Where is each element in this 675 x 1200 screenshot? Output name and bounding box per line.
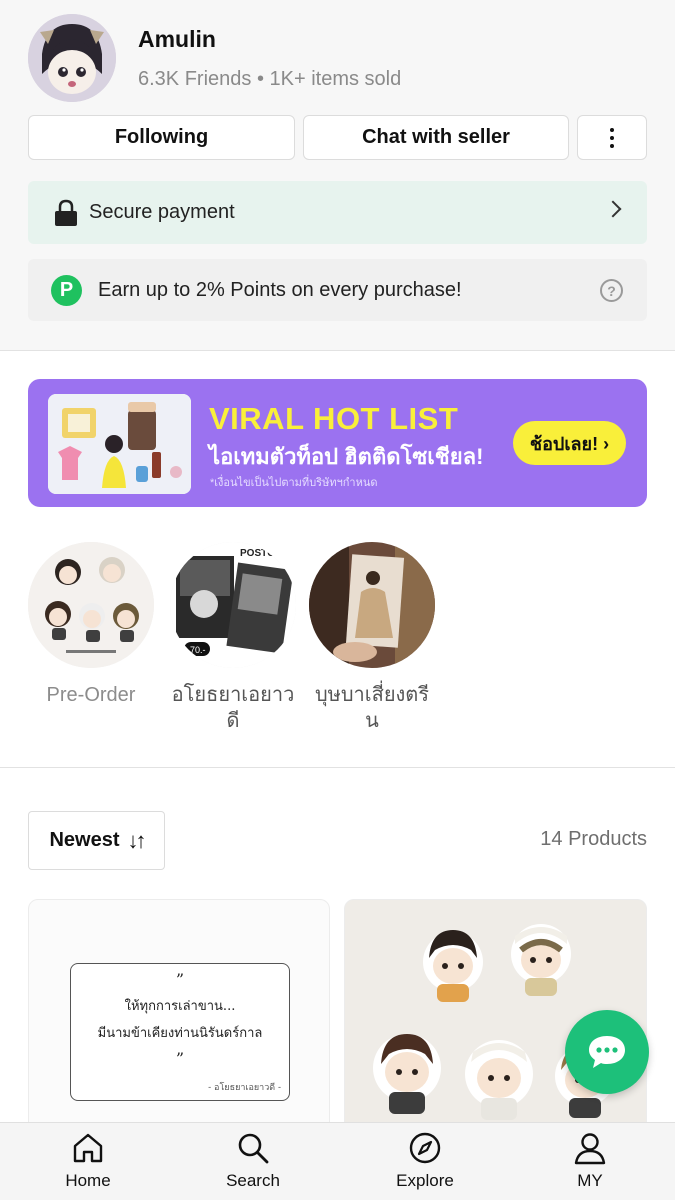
shop-now-button[interactable]: ช้อปเลย! ›	[513, 421, 626, 465]
nav-explore[interactable]: Explore	[370, 1131, 480, 1191]
svg-text:70.-: 70.-	[190, 645, 206, 655]
following-button[interactable]: Following	[28, 115, 295, 160]
quote-line-1: ให้ทุกการเล่าขาน...	[124, 999, 236, 1014]
shop-stats: 6.3K Friends • 1K+ items sold	[138, 68, 402, 90]
search-icon	[238, 1133, 269, 1164]
quote-postcard-image: ” ให้ทุกการเล่าขาน... มีนามข้าเคียงท่านน…	[70, 963, 290, 1101]
banner-subtitle: ไอเทมตัวท็อป ฮิตติดโซเชียล!	[209, 444, 484, 469]
more-vertical-icon	[610, 127, 614, 148]
nav-explore-label: Explore	[396, 1171, 454, 1190]
secure-payment-banner[interactable]: Secure payment	[28, 181, 647, 244]
quote-close: ”	[175, 1049, 185, 1068]
story-thumbnail: POSTCA 70.-	[170, 542, 296, 668]
bottom-navigation: Home Search Explore MY	[0, 1122, 675, 1200]
nav-search[interactable]: Search	[198, 1131, 308, 1191]
product-card[interactable]: ” ให้ทุกการเล่าขาน... มีนามข้าเคียงท่านน…	[28, 899, 330, 1139]
quote-signature: - อโยธยาเอยาวดี -	[208, 1083, 281, 1093]
points-badge-icon: P	[51, 274, 82, 306]
banner-note: *เงื่อนไขเป็นไปตามที่บริษัทฯกำหนด	[210, 477, 378, 489]
chat-fab-button[interactable]	[565, 1010, 649, 1094]
product-count: 14 Products	[540, 828, 647, 850]
user-icon	[574, 1133, 606, 1165]
story-thumbnail	[309, 542, 435, 668]
nav-search-label: Search	[226, 1171, 280, 1190]
shop-avatar[interactable]	[28, 14, 116, 102]
section-divider	[0, 767, 675, 768]
story-thumbnail	[28, 542, 154, 668]
nav-my[interactable]: MY	[535, 1131, 645, 1191]
sort-label: Newest	[49, 829, 120, 851]
svg-text:POSTCA: POSTCA	[240, 548, 282, 559]
story-label: อโยธยาเอยาวดี	[171, 684, 295, 732]
story-label: Pre-Order	[46, 684, 136, 706]
help-icon[interactable]: ?	[600, 279, 623, 302]
chat-with-seller-button[interactable]: Chat with seller	[303, 115, 569, 160]
chevron-right-icon	[604, 200, 622, 218]
secure-payment-label: Secure payment	[89, 201, 235, 223]
sort-arrows-icon: ↓↑	[127, 827, 147, 853]
story-label: บุษบาเสี่ยงตรีน	[314, 684, 430, 732]
story-butsaba[interactable]: บุษบาเสี่ยงตรีน	[309, 542, 435, 734]
lock-icon	[55, 199, 77, 226]
nav-home-label: Home	[65, 1171, 111, 1190]
nav-my-label: MY	[577, 1171, 603, 1190]
more-options-button[interactable]	[577, 115, 647, 160]
quote-open: ”	[175, 970, 185, 989]
shop-name: Amulin	[138, 26, 216, 52]
story-pre-order[interactable]: Pre-Order	[28, 542, 154, 708]
home-icon	[73, 1133, 103, 1163]
nav-home[interactable]: Home	[33, 1131, 143, 1191]
banner-title: VIRAL HOT LIST	[209, 401, 459, 436]
chat-bubble-icon	[589, 1036, 625, 1068]
banner-image	[48, 394, 191, 494]
points-banner: P Earn up to 2% Points on every purchase…	[28, 259, 647, 321]
compass-icon	[409, 1132, 441, 1164]
sort-newest-button[interactable]: Newest ↓↑	[28, 811, 165, 870]
story-ayutthaya[interactable]: POSTCA 70.- อโยธยาเอยาวดี	[170, 542, 296, 734]
quote-line-2: มีนามข้าเคียงท่านนิรันดร์กาล	[97, 1026, 263, 1041]
points-label: Earn up to 2% Points on every purchase!	[98, 278, 462, 301]
viral-hot-list-banner[interactable]: VIRAL HOT LIST ไอเทมตัวท็อป ฮิตติดโซเชีย…	[28, 379, 647, 507]
shop-header: Amulin 6.3K Friends • 1K+ items sold Fol…	[0, 0, 675, 351]
